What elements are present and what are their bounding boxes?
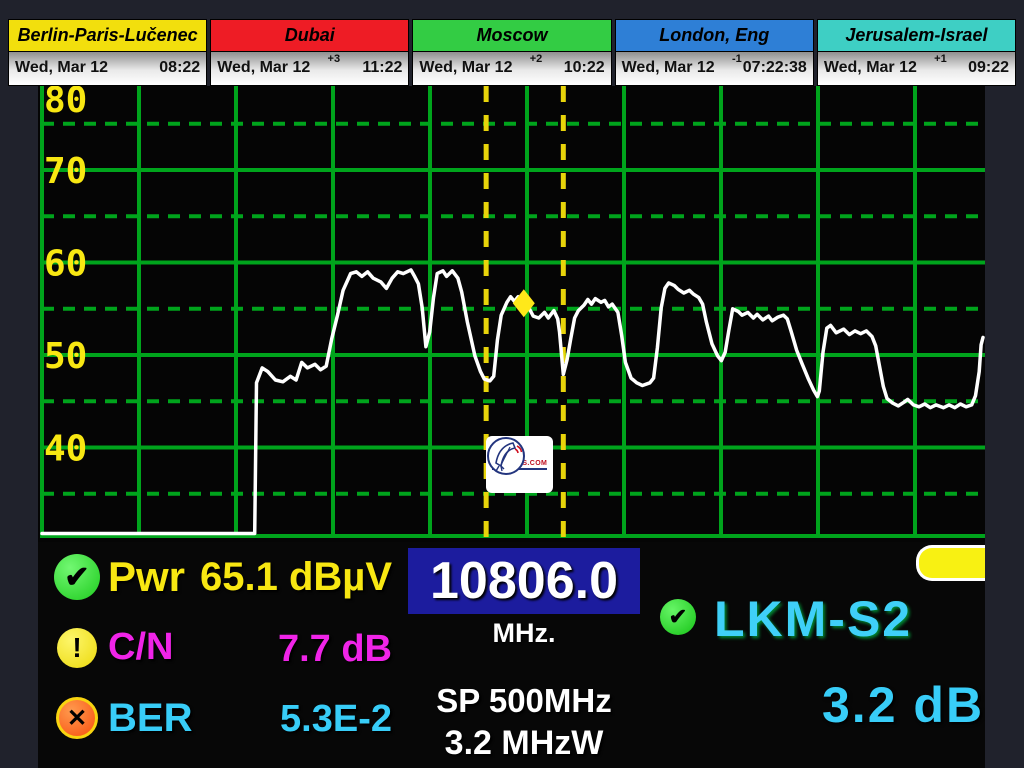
yellow-pill-button[interactable]: [916, 545, 985, 581]
clock-city: Moscow: [413, 20, 610, 52]
svg-text:60: 60: [44, 244, 87, 285]
clock-time: 11:22: [362, 59, 402, 77]
exclamation-glyph: !: [72, 632, 81, 664]
standard-check-circle-icon: ✔: [660, 599, 696, 635]
clock-time: 10:22: [564, 59, 605, 77]
cn-value: 7.7 dB: [188, 628, 392, 671]
cn-warning-circle-icon: !: [57, 628, 97, 668]
clock-datetime: Wed, Mar 12 +3 11:22: [211, 52, 408, 85]
clock-date: Wed, Mar 12: [15, 59, 108, 77]
pwr-check-circle-icon: ✔: [54, 554, 100, 600]
satellite-meter-screen: { "clocks": [ {"city": "Berlin-Paris-Luč…: [0, 0, 1024, 768]
frequency-display: 10806.0: [408, 548, 640, 614]
clock-date: Wed, Mar 12: [217, 59, 310, 77]
clock-panel-london: London, Eng Wed, Mar 12 -1 07:22:38: [615, 19, 814, 86]
clock-date: Wed, Mar 12: [824, 59, 917, 77]
svg-text:70: 70: [44, 151, 87, 192]
clock-date: Wed, Mar 12: [419, 59, 512, 77]
clock-datetime: Wed, Mar 12 +1 09:22: [818, 52, 1015, 85]
dxsatcs-logo: DXSATCS.COM: [486, 436, 553, 493]
check-glyph: ✔: [669, 604, 687, 630]
cn-label: C/N: [108, 626, 173, 669]
clock-city: Dubai: [211, 20, 408, 52]
clock-date: Wed, Mar 12: [622, 59, 715, 77]
clock-panel-berlin: Berlin-Paris-Lučenec Wed, Mar 12 08:22: [8, 19, 207, 86]
clock-city: Jerusalem-Israel: [818, 20, 1015, 52]
clock-city: Berlin-Paris-Lučenec: [9, 20, 206, 52]
pwr-value: 65.1 dBµV: [188, 555, 392, 600]
svg-text:80: 80: [44, 86, 87, 121]
ber-label: BER: [108, 696, 192, 741]
clock-utc-offset: +2: [530, 53, 543, 65]
check-glyph: ✔: [64, 560, 89, 595]
clock-utc-offset: +3: [328, 53, 341, 65]
snr-readout: 3.2 dB: [822, 676, 985, 734]
bandwidth-readout: 3.2 MHzW: [388, 724, 660, 763]
svg-text:40: 40: [44, 429, 87, 470]
ber-value: 5.3E-2: [188, 698, 392, 741]
clock-panel-jerusalem: Jerusalem-Israel Wed, Mar 12 +1 09:22: [817, 19, 1016, 86]
svg-text:50: 50: [44, 336, 87, 377]
clock-datetime: Wed, Mar 12 +2 10:22: [413, 52, 610, 85]
clock-time: 09:22: [968, 59, 1009, 77]
satellite-dish-icon: [486, 436, 526, 476]
spectrum-plot: 80 70 60 50 40 DXSATCS.COM: [38, 86, 985, 542]
clock-time: 08:22: [159, 59, 200, 77]
clock-utc-offset: +1: [934, 53, 947, 65]
standard-readout: LKM-S2: [714, 590, 912, 648]
clock-time: 07:22:38: [743, 59, 807, 77]
span-readout: SP 500MHz: [388, 682, 660, 720]
clock-datetime: Wed, Mar 12 08:22: [9, 52, 206, 85]
clock-datetime: Wed, Mar 12 -1 07:22:38: [616, 52, 813, 85]
cross-glyph: ✕: [67, 704, 87, 733]
world-clock-bar: Berlin-Paris-Lučenec Wed, Mar 12 08:22 D…: [8, 19, 1016, 86]
clock-panel-dubai: Dubai Wed, Mar 12 +3 11:22: [210, 19, 409, 86]
frequency-unit: MHz.: [408, 618, 640, 649]
clock-utc-offset: -1: [732, 53, 742, 65]
ber-fail-circle-icon: ✕: [56, 697, 98, 739]
readout-panel: ✔ Pwr 65.1 dBµV ! C/N 7.7 dB ✕ BER 5.3E-…: [38, 542, 985, 768]
clock-panel-moscow: Moscow Wed, Mar 12 +2 10:22: [412, 19, 611, 86]
pwr-label: Pwr: [108, 553, 185, 601]
clock-city: London, Eng: [616, 20, 813, 52]
